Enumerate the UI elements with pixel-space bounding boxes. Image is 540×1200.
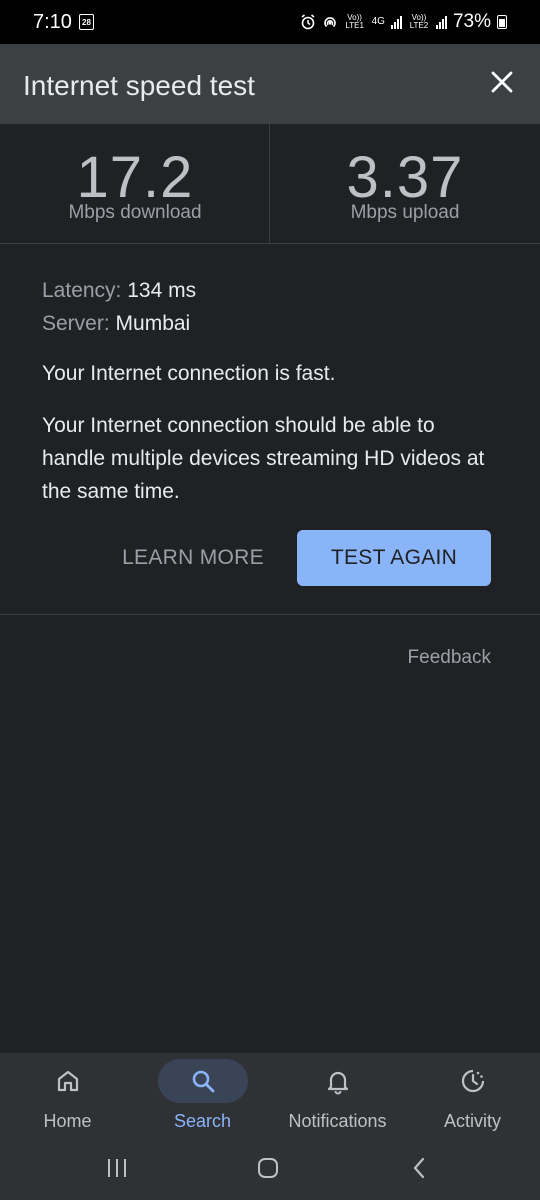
test-again-button[interactable]: TEST AGAIN [297, 530, 491, 586]
nav-item-activity[interactable]: Activity [405, 1053, 540, 1141]
battery-percent: 73% [452, 11, 491, 32]
upload-value: 3.37 [346, 145, 464, 210]
network-type: 4G [371, 16, 385, 27]
back-button[interactable] [400, 1153, 440, 1183]
battery-icon [497, 15, 507, 29]
nav-item-home[interactable]: Home [0, 1053, 135, 1141]
connection-summary: Your Internet connection is fast. [42, 362, 336, 385]
bell-icon [327, 1071, 348, 1095]
server-row: Server: Mumbai [42, 307, 502, 340]
card-title: Internet speed test [23, 70, 255, 101]
home-button[interactable] [248, 1153, 288, 1183]
bottom-nav: Home Search Notifications Activity [0, 1053, 540, 1141]
volte1-indicator: Vo)) LTE1 [345, 13, 364, 30]
speed-test-card: Internet speed test 17.2 Mbps download 3… [0, 44, 540, 1053]
nav-label-activity: Activity [443, 1111, 501, 1131]
latency-value: 134 ms [127, 279, 197, 302]
status-bar: 7:10 28 Vo)) LTE1 4G Vo)) LTE2 73% [0, 0, 540, 44]
home-icon [57, 1070, 78, 1092]
activity-icon [461, 1069, 484, 1093]
server-value: Mumbai [115, 312, 191, 335]
hotspot-icon [323, 17, 336, 28]
status-icons: Vo)) LTE1 4G Vo)) LTE2 73% [300, 10, 507, 34]
speed-metrics: 17.2 Mbps download 3.37 Mbps upload [0, 124, 540, 244]
test-details: Latency: 134 ms Server: Mumbai Your Inte… [42, 274, 502, 508]
recents-button[interactable] [97, 1153, 137, 1183]
download-unit: Mbps download [68, 202, 202, 223]
home-circle-icon [258, 1158, 278, 1178]
nav-label-home: Home [43, 1111, 92, 1131]
close-icon [491, 71, 513, 93]
download-value: 17.2 [76, 145, 194, 210]
latency-row: Latency: 134 ms [42, 274, 502, 307]
search-icon [192, 1070, 214, 1093]
back-icon [413, 1157, 425, 1179]
upload-unit: Mbps upload [350, 202, 460, 223]
download-metric: 17.2 Mbps download [0, 124, 270, 244]
volte2-indicator: Vo)) LTE2 [409, 13, 429, 30]
feedback-link[interactable]: Feedback [408, 647, 491, 669]
signal-icon-2 [435, 15, 447, 29]
nav-item-search[interactable]: Search [135, 1053, 270, 1141]
upload-metric: 3.37 Mbps upload [270, 124, 540, 244]
latency-label: Latency: [42, 279, 122, 302]
system-nav-bar [0, 1141, 540, 1200]
divider [0, 614, 540, 615]
server-label: Server: [42, 312, 110, 335]
close-button[interactable] [488, 68, 516, 96]
learn-more-button[interactable]: LEARN MORE [112, 530, 274, 586]
signal-icon [390, 15, 402, 29]
status-time: 7:10 [33, 11, 72, 33]
recents-icon [108, 1159, 126, 1177]
alarm-icon [301, 14, 315, 30]
calendar-icon: 28 [79, 14, 94, 30]
card-header: Internet speed test [0, 44, 540, 124]
nav-label-notifications: Notifications [288, 1111, 387, 1131]
connection-description: Your Internet connection should be able … [42, 414, 485, 503]
nav-item-notifications[interactable]: Notifications [270, 1053, 405, 1141]
nav-label-search: Search [173, 1111, 232, 1131]
